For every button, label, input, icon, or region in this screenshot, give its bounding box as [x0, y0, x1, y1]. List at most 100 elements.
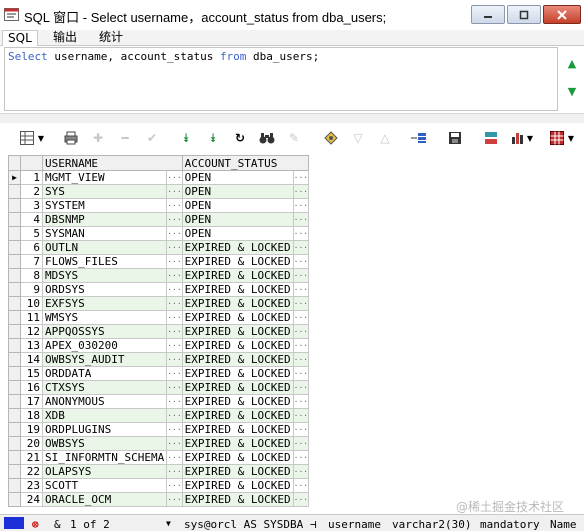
cell-editor-icon[interactable]: ··· — [292, 254, 310, 269]
cell-account-status[interactable]: EXPIRED & LOCKED — [181, 478, 294, 493]
cell-username[interactable]: EXFSYS — [41, 296, 168, 311]
table-row[interactable]: 11 WMSYS ··· EXPIRED & LOCKED ··· — [8, 310, 310, 325]
status-dropdown-icon[interactable]: ▼ — [166, 519, 171, 528]
column-header-account-status[interactable]: ACCOUNT_STATUS — [181, 155, 310, 171]
cell-editor-icon[interactable]: ··· — [166, 366, 183, 381]
cell-editor-icon[interactable]: ··· — [166, 492, 183, 507]
cell-editor-icon[interactable]: ··· — [292, 366, 310, 381]
tab-statistics[interactable]: 统计 — [94, 30, 128, 46]
cell-editor-icon[interactable]: ··· — [166, 478, 183, 493]
table-row[interactable]: ▶ 1 MGMT_VIEW ··· OPEN ··· — [8, 170, 310, 185]
row-selector[interactable] — [8, 324, 21, 339]
table-row[interactable]: 15 ORDDATA ··· EXPIRED & LOCKED ··· — [8, 366, 310, 381]
cell-editor-icon[interactable]: ··· — [292, 394, 310, 409]
cell-editor-icon[interactable]: ··· — [292, 198, 310, 213]
cell-editor-icon[interactable]: ··· — [292, 478, 310, 493]
row-selector[interactable] — [8, 352, 21, 367]
table-row[interactable]: 9 ORDSYS ··· EXPIRED & LOCKED ··· — [8, 282, 310, 297]
cell-username[interactable]: OLAPSYS — [41, 464, 168, 479]
row-selector[interactable] — [8, 422, 21, 437]
cell-username[interactable]: APPQOSSYS — [41, 324, 168, 339]
cell-editor-icon[interactable]: ··· — [166, 198, 183, 213]
cell-account-status[interactable]: OPEN — [181, 198, 294, 213]
delete-record-icon[interactable]: ━ — [116, 129, 134, 147]
add-record-icon[interactable]: ✚ — [89, 129, 107, 147]
cell-editor-icon[interactable]: ··· — [166, 408, 183, 423]
cell-account-status[interactable]: EXPIRED & LOCKED — [181, 268, 294, 283]
fetch-last-icon[interactable]: ⯯ — [204, 129, 222, 147]
table-row[interactable]: 6 OUTLN ··· EXPIRED & LOCKED ··· — [8, 240, 310, 255]
grid-toggle-button[interactable] — [18, 129, 36, 147]
cell-username[interactable]: CTXSYS — [41, 380, 168, 395]
tab-sql[interactable]: SQL — [2, 30, 38, 46]
cell-editor-icon[interactable]: ··· — [166, 436, 183, 451]
table-row[interactable]: 22 OLAPSYS ··· EXPIRED & LOCKED ··· — [8, 464, 310, 479]
cell-username[interactable]: APEX_030200 — [41, 338, 168, 353]
cell-editor-icon[interactable]: ··· — [292, 226, 310, 241]
row-selector[interactable] — [8, 268, 21, 283]
table-row[interactable]: 4 DBSNMP ··· OPEN ··· — [8, 212, 310, 227]
cell-username[interactable]: ORACLE_OCM — [41, 492, 168, 507]
export-icon[interactable] — [410, 129, 428, 147]
filter-icon[interactable]: ▽ — [349, 129, 367, 147]
cell-username[interactable]: ORDSYS — [41, 282, 168, 297]
row-selector[interactable] — [8, 478, 21, 493]
compare-icon[interactable] — [482, 129, 500, 147]
cell-account-status[interactable]: EXPIRED & LOCKED — [181, 408, 294, 423]
table-row[interactable]: 17 ANONYMOUS ··· EXPIRED & LOCKED ··· — [8, 394, 310, 409]
cell-username[interactable]: FLOWS_FILES — [41, 254, 168, 269]
stop-icon[interactable]: ⊗ — [32, 518, 39, 531]
row-selector[interactable] — [8, 408, 21, 423]
cell-account-status[interactable]: EXPIRED & LOCKED — [181, 464, 294, 479]
minimize-button[interactable] — [471, 5, 505, 24]
save-icon[interactable] — [446, 129, 464, 147]
cell-editor-icon[interactable]: ··· — [166, 394, 183, 409]
cell-account-status[interactable]: OPEN — [181, 226, 294, 241]
cell-account-status[interactable]: EXPIRED & LOCKED — [181, 422, 294, 437]
row-selector[interactable] — [8, 212, 21, 227]
cell-account-status[interactable]: EXPIRED & LOCKED — [181, 310, 294, 325]
cell-username[interactable]: SCOTT — [41, 478, 168, 493]
cell-username[interactable]: ANONYMOUS — [41, 394, 168, 409]
print-button[interactable] — [62, 129, 80, 147]
cell-username[interactable]: XDB — [41, 408, 168, 423]
cell-editor-icon[interactable]: ··· — [292, 296, 310, 311]
sort-icon[interactable]: △ — [376, 129, 394, 147]
cell-editor-icon[interactable]: ··· — [166, 324, 183, 339]
cell-editor-icon[interactable]: ··· — [292, 436, 310, 451]
cell-editor-icon[interactable]: ··· — [292, 338, 310, 353]
maximize-button[interactable] — [507, 5, 541, 24]
cell-editor-icon[interactable]: ··· — [292, 170, 310, 185]
result-grid[interactable]: USERNAME ACCOUNT_STATUS ▶ 1 MGMT_VIEW ··· OP… — [8, 155, 310, 507]
row-selector[interactable] — [8, 296, 21, 311]
cell-username[interactable]: ORDPLUGINS — [41, 422, 168, 437]
cell-username[interactable]: SYSMAN — [41, 226, 168, 241]
column-header-username[interactable]: USERNAME — [42, 155, 183, 171]
cell-editor-icon[interactable]: ··· — [166, 282, 183, 297]
tab-output[interactable]: 输出 — [48, 30, 82, 46]
cell-username[interactable]: OWBSYS — [41, 436, 168, 451]
cell-editor-icon[interactable]: ··· — [292, 240, 310, 255]
cell-editor-icon[interactable]: ··· — [292, 422, 310, 437]
table-row[interactable]: 7 FLOWS_FILES ··· EXPIRED & LOCKED ··· — [8, 254, 310, 269]
row-selector[interactable] — [8, 310, 21, 325]
table-icon[interactable] — [548, 129, 566, 147]
table-row[interactable]: 21 SI_INFORMTN_SCHEMA ··· EXPIRED & LOCKED ·… — [8, 450, 310, 465]
cell-username[interactable]: SYS — [41, 184, 168, 199]
cell-account-status[interactable]: OPEN — [181, 170, 294, 185]
table-row[interactable]: 23 SCOTT ··· EXPIRED & LOCKED ··· — [8, 478, 310, 493]
cell-account-status[interactable]: EXPIRED & LOCKED — [181, 436, 294, 451]
row-selector[interactable] — [8, 436, 21, 451]
cell-editor-icon[interactable]: ··· — [166, 170, 183, 185]
cell-username[interactable]: MGMT_VIEW — [41, 170, 168, 185]
table-row[interactable]: 20 OWBSYS ··· EXPIRED & LOCKED ··· — [8, 436, 310, 451]
row-selector[interactable] — [8, 338, 21, 353]
cell-editor-icon[interactable]: ··· — [292, 408, 310, 423]
row-selector[interactable] — [8, 450, 21, 465]
table-dropdown[interactable]: ▼ — [566, 129, 576, 147]
table-row[interactable]: 18 XDB ··· EXPIRED & LOCKED ··· — [8, 408, 310, 423]
chart-dropdown[interactable]: ▼ — [525, 129, 535, 147]
row-selector[interactable] — [8, 184, 21, 199]
cell-account-status[interactable]: OPEN — [181, 212, 294, 227]
cell-username[interactable]: SI_INFORMTN_SCHEMA — [41, 450, 168, 465]
